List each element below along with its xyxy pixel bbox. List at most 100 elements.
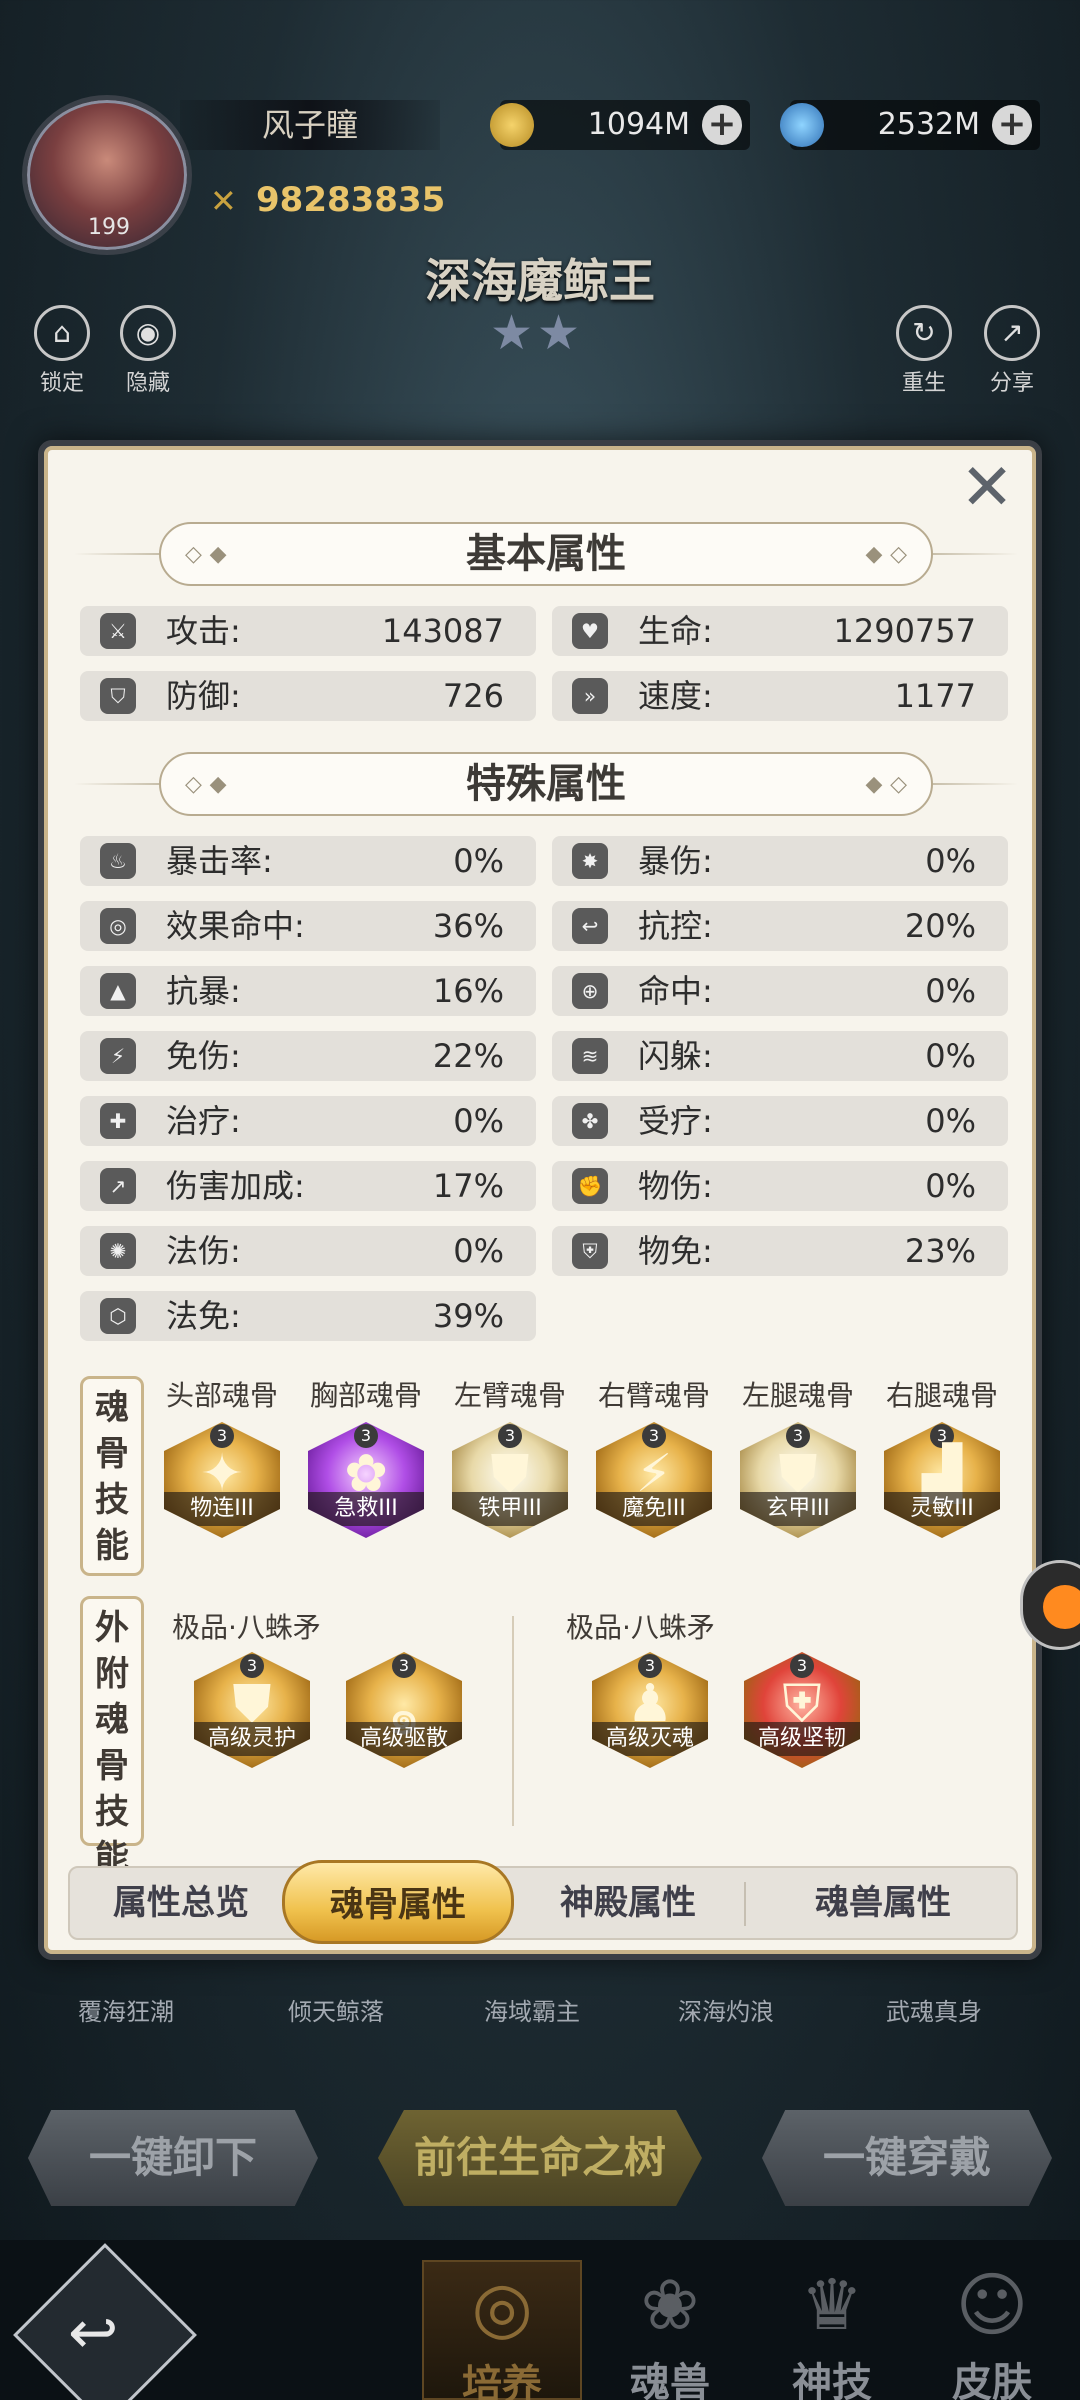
bone-skill-name: 急救III [308,1492,424,1526]
bone-slot-title: 胸部魂骨 [309,1379,422,1412]
external-group-title: 极品·八蛛矛 [566,1611,715,1644]
player-level: 199 [88,215,130,240]
stat-label: 攻击: [166,612,241,650]
stat-label: 物伤: [638,1167,713,1205]
soul-bone-label: 魂骨技能 [80,1376,144,1576]
stat-label: 防御: [166,677,241,715]
bone-slot-title: 头部魂骨 [165,1379,278,1412]
bone-skill-name: 灵敏III [884,1492,1000,1526]
bone-slot-right-arm[interactable]: 右臂魂骨 3 ⚡ 魔免III [584,1376,724,1538]
bone-skill-name: 物连III [164,1492,280,1526]
bone-slot-left-arm[interactable]: 左臂魂骨 3 ⛊ 铁甲III [440,1376,580,1538]
hide-button[interactable]: ◉ 隐藏 [108,305,188,397]
stat-attack: ⚔ 攻击: 143087 [80,606,536,656]
external-skill-name: 高级灭魂 [592,1722,708,1756]
external-skill-name: 高级灵护 [194,1722,310,1756]
stat-value: 0% [453,842,504,880]
fist-icon: ✊ [572,1168,608,1204]
bone-slot-title: 左腿魂骨 [741,1379,854,1412]
bone-skill-name: 魔免III [596,1492,712,1526]
stat-label: 暴伤: [638,842,713,880]
stat-label: 免伤: [166,1037,241,1075]
external-skill-name: 高级坚韧 [744,1722,860,1756]
bone-skill-icon: 3 ⛊ 铁甲III [452,1422,568,1538]
stat-value: 0% [925,1102,976,1140]
stat-magic-immunity: ⬡ 法免: 39% [80,1291,536,1341]
nav-skin[interactable]: ☺ 皮肤 [912,2260,1072,2400]
bone-slot-left-leg[interactable]: 左腿魂骨 3 ⛊ 玄甲III [728,1376,868,1538]
bone-skill-name: 玄甲III [740,1492,856,1526]
stat-value: 39% [432,1297,504,1335]
stat-physical-damage: ✊ 物伤: 0% [552,1161,1008,1211]
special-section-label: 特殊属性 [466,760,626,807]
hide-label: 隐藏 [125,371,170,396]
nav-label: 魂兽 [630,2359,710,2400]
external-skill-slot[interactable]: 3 ⛨ 高级坚韧 [732,1646,872,1768]
spiral-icon: ◎ [100,908,136,944]
tab-overview[interactable]: 属性总览 [70,1868,292,1938]
gold-value: 1094M [587,107,690,142]
external-skill-slot[interactable]: 3 ♟ 高级灭魂 [580,1646,720,1768]
gem-potion-icon [780,103,824,147]
rebirth-button[interactable]: ↻ 重生 [884,305,964,397]
bone-slot-right-leg[interactable]: 右腿魂骨 3 ▟ 灵敏III [872,1376,1012,1538]
stat-accuracy: ⊕ 命中: 0% [552,966,1008,1016]
ornament-icon: ◇ ◆ [185,771,227,797]
stat-label: 命中: [638,972,713,1010]
stat-value: 1177 [894,677,976,715]
ornament-icon: ◆ ◇ [865,771,908,797]
magic-icon: ✺ [100,1233,136,1269]
stat-label: 暴击率: [166,842,273,880]
bone-skill-icon: 3 ✿ 急救III [308,1422,424,1538]
lock-button[interactable]: ⌂ 锁定 [22,305,102,397]
basic-section-title: ◇ ◆ 基本属性 ◆ ◇ [159,522,933,586]
bone-slot-title: 左臂魂骨 [453,1379,566,1412]
add-gem-button[interactable]: + [992,105,1032,145]
bone-slot-head[interactable]: 头部魂骨 3 ✦ 物连III [152,1376,292,1538]
stat-value: 0% [925,1167,976,1205]
dodge-icon: ≋ [572,1038,608,1074]
unequip-all-button[interactable]: 一键卸下 [28,2110,318,2206]
stat-magic-damage: ✺ 法伤: 0% [80,1226,536,1276]
nav-divine-skill[interactable]: ♛ 神技 [752,2260,912,2400]
tree-of-life-button[interactable]: 前往生命之树 [378,2110,702,2206]
boss-stars: ★★ [490,305,585,361]
attribute-modal: ✕ ◇ ◆ 基本属性 ◆ ◇ ⚔ 攻击: 143087 ♥ 生命: 129075… [38,440,1042,1960]
ornament-icon: ◆ ◇ [865,541,908,567]
external-skill-icon: 3 ๑ 高级驱散 [346,1652,462,1768]
external-skill-slot[interactable]: 3 ⛊ 高级灵护 [182,1646,322,1768]
nav-cultivate[interactable]: ◎ 培养 [422,2260,582,2400]
stat-value: 1290757 [833,612,976,650]
eye-icon: ◉ [120,305,176,361]
equip-all-button[interactable]: 一键穿戴 [762,2110,1052,2206]
bone-slot-chest[interactable]: 胸部魂骨 3 ✿ 急救III [296,1376,436,1538]
boss-title: 深海魔鲸王 [425,254,655,308]
group-divider [512,1616,514,1826]
stat-value: 17% [432,1167,504,1205]
stat-label: 生命: [638,612,713,650]
attack-icon: ⚔ [100,613,136,649]
stat-value: 36% [432,907,504,945]
stat-damage-reduction: ⚡ 免伤: 22% [80,1031,536,1081]
refresh-icon: ↻ [896,305,952,361]
stat-label: 受疗: [638,1102,713,1140]
close-icon[interactable]: ✕ [954,456,1020,524]
magic-shield-icon: ⬡ [100,1298,136,1334]
external-skill-icon: 3 ⛊ 高级灵护 [194,1652,310,1768]
stat-value: 0% [453,1102,504,1140]
skin-icon: ☺ [955,2264,1029,2346]
share-button[interactable]: ↗ 分享 [972,305,1052,397]
tab-soul-bone[interactable]: 魂骨属性 [282,1860,514,1944]
nav-label: 皮肤 [952,2359,1032,2400]
nav-label: 培养 [462,2361,542,2400]
cross-icon: ✚ [100,1103,136,1139]
tab-temple[interactable]: 神殿属性 [516,1868,740,1938]
add-gold-button[interactable]: + [702,105,742,145]
nav-soul-beast[interactable]: ❀ 魂兽 [590,2260,750,2400]
bone-skill-icon: 3 ⛊ 玄甲III [740,1422,856,1538]
basic-section-label: 基本属性 [466,530,626,577]
stat-effect-hit: ◎ 效果命中: 36% [80,901,536,951]
external-skill-slot[interactable]: 3 ๑ 高级驱散 [334,1646,474,1768]
stat-value: 0% [453,1232,504,1270]
tab-soul-beast[interactable]: 魂兽属性 [750,1868,1016,1938]
